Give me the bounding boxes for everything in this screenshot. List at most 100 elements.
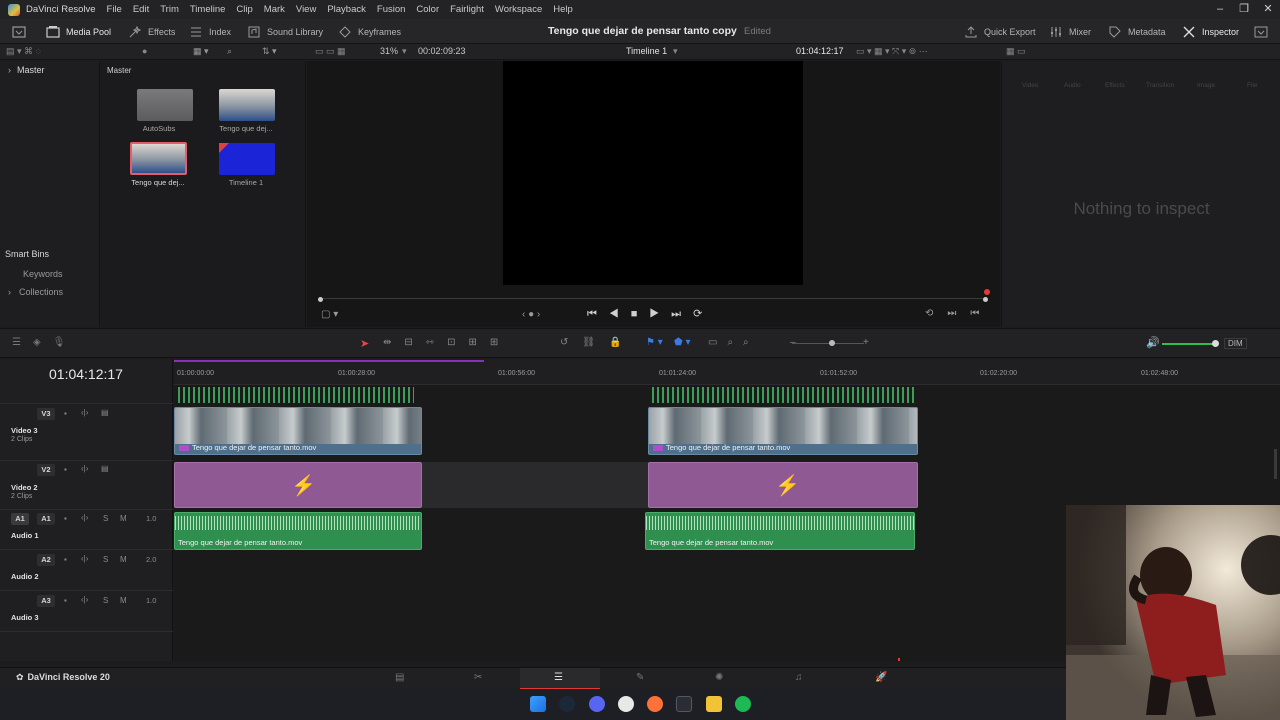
video-clip[interactable]: Tengo que dejar de pensar tanto.mov bbox=[174, 407, 422, 455]
track-id-a1[interactable]: A1 bbox=[37, 513, 55, 525]
grid-view-icon[interactable]: ▦ ▾ bbox=[193, 46, 209, 57]
keyframes-button[interactable]: Keyframes bbox=[338, 19, 401, 44]
clip-markers[interactable] bbox=[178, 387, 414, 403]
track-enable-icon[interactable]: ▤ bbox=[101, 464, 109, 473]
media-thumbnail-video[interactable] bbox=[219, 89, 275, 121]
viewer-layout-icon[interactable]: ▭ ▭ ▦ bbox=[315, 46, 346, 57]
menu-color[interactable]: Color bbox=[416, 4, 439, 15]
color-page-icon[interactable]: ✺ bbox=[715, 672, 723, 683]
menu-mark[interactable]: Mark bbox=[264, 4, 285, 15]
flag-icon[interactable]: ⚑ ▾ bbox=[646, 337, 663, 348]
mixer-button[interactable]: Mixer bbox=[1049, 19, 1091, 44]
inspector-subbar-icons[interactable]: ▦ ▭ bbox=[1006, 46, 1026, 57]
timeline-timecode[interactable]: 01:04:12:17 bbox=[49, 366, 123, 382]
zoom-out-icon[interactable]: – bbox=[790, 337, 796, 348]
viewer-options-icon[interactable]: ▭ ▾ ▦ ▾ ⤧ ▾ ⊚ ⋯ bbox=[856, 46, 928, 57]
index-button[interactable]: Index bbox=[189, 19, 231, 44]
track-id-a2[interactable]: A2 bbox=[37, 554, 55, 566]
lock-icon[interactable]: ▪ bbox=[64, 555, 67, 564]
layout-toggle-button[interactable] bbox=[12, 19, 32, 44]
edit-page-tab[interactable]: ☰ bbox=[520, 668, 600, 690]
sound-library-button[interactable]: Sound Library bbox=[247, 19, 323, 44]
inspector-tab-video[interactable]: Video bbox=[1022, 82, 1039, 89]
track-patch-a1[interactable]: A1 bbox=[11, 513, 29, 525]
menu-playback[interactable]: Playback bbox=[327, 4, 366, 15]
chevron-down-icon[interactable]: ▾ bbox=[673, 46, 678, 57]
fusion-clip[interactable]: ⚡ bbox=[648, 462, 918, 508]
cut-page-icon[interactable]: ✂ bbox=[474, 672, 482, 683]
menu-fairlight[interactable]: Fairlight bbox=[450, 4, 484, 15]
edit-tools-icons[interactable]: ⇹⊟⇿⊡⊞⊞ bbox=[383, 337, 511, 348]
master-volume-slider[interactable] bbox=[1162, 343, 1214, 345]
timeline-gap[interactable] bbox=[422, 462, 648, 508]
lock-icon[interactable]: ▪ bbox=[64, 596, 67, 605]
lock-icon[interactable]: ▪ bbox=[64, 409, 67, 418]
viewer-scrubber-track[interactable] bbox=[320, 298, 986, 299]
sort-icon[interactable]: ⇅ ▾ bbox=[262, 46, 277, 57]
inspector-tab-effects[interactable]: Effects bbox=[1105, 82, 1125, 89]
zoom-icons[interactable]: ▭⌕⌕ bbox=[708, 337, 759, 348]
auto-select-icon[interactable]: ‹|› bbox=[81, 464, 88, 473]
viewer-frame[interactable] bbox=[503, 61, 803, 285]
menu-trim[interactable]: Trim bbox=[160, 4, 179, 15]
master-volume-handle[interactable] bbox=[1212, 340, 1219, 347]
steam-icon[interactable] bbox=[559, 696, 575, 712]
effects-button[interactable]: Effects bbox=[128, 19, 175, 44]
timeline-name[interactable]: Timeline 1 bbox=[626, 46, 667, 56]
menu-clip[interactable]: Clip bbox=[236, 4, 252, 15]
speaker-icon[interactable]: 🔊 bbox=[1146, 336, 1160, 349]
playhead-marker[interactable] bbox=[898, 658, 900, 661]
inspector-button[interactable]: Inspector bbox=[1182, 19, 1239, 44]
mute-button[interactable]: M bbox=[120, 596, 127, 605]
search-icon[interactable]: ⌕ bbox=[227, 46, 232, 57]
menu-file[interactable]: File bbox=[107, 4, 122, 15]
windows-start-icon[interactable] bbox=[530, 696, 546, 712]
fairlight-page-icon[interactable]: ♫ bbox=[795, 672, 803, 683]
deliver-page-icon[interactable]: 🚀 bbox=[875, 672, 887, 683]
fusion-page-icon[interactable]: ✎ bbox=[636, 672, 644, 683]
viewer-timecode[interactable]: 01:04:12:17 bbox=[796, 46, 844, 56]
lock-icon[interactable]: ▪ bbox=[64, 465, 67, 474]
smart-bin-keywords[interactable]: Keywords bbox=[23, 269, 63, 279]
solo-button[interactable]: S bbox=[103, 555, 108, 564]
auto-select-icon[interactable]: ‹|› bbox=[81, 595, 88, 604]
davinci-taskbar-icon[interactable] bbox=[676, 696, 692, 712]
quick-export-button[interactable]: Quick Export bbox=[964, 19, 1036, 44]
transport-controls[interactable]: ⏮◀■▶⏭⟳ bbox=[587, 307, 714, 321]
viewer-in-point[interactable] bbox=[318, 297, 323, 302]
track-id-a3[interactable]: A3 bbox=[37, 595, 55, 607]
marker-icon[interactable]: ⬟ ▾ bbox=[674, 337, 691, 348]
maximize-icon[interactable]: ❐ bbox=[1232, 2, 1256, 17]
solo-button[interactable]: S bbox=[103, 596, 108, 605]
discord-icon[interactable] bbox=[589, 696, 605, 712]
menu-view[interactable]: View bbox=[296, 4, 316, 15]
timeline-zoom-handle[interactable] bbox=[829, 340, 835, 346]
track-enable-icon[interactable]: ▤ bbox=[101, 408, 109, 417]
bin-master-row[interactable]: › Master bbox=[8, 65, 45, 75]
smart-bin-collections-row[interactable]: › Collections bbox=[8, 287, 63, 297]
timeline-thumbnail-icon[interactable] bbox=[219, 143, 275, 175]
spotify-icon[interactable] bbox=[735, 696, 751, 712]
inspector-tab-file[interactable]: File bbox=[1247, 82, 1257, 89]
viewer-out-point[interactable] bbox=[983, 297, 988, 302]
fusion-clip[interactable]: ⚡ bbox=[174, 462, 422, 508]
chevron-down-icon[interactable]: ▾ bbox=[402, 46, 407, 57]
menu-fusion[interactable]: Fusion bbox=[377, 4, 406, 15]
audio-clip[interactable]: Tengo que dejar de pensar tanto.mov bbox=[645, 512, 915, 550]
solo-button[interactable]: S bbox=[103, 514, 108, 523]
snap-link-lock-icons[interactable]: ↺⛓🔒 bbox=[560, 337, 636, 348]
media-page-icon[interactable]: ▤ bbox=[395, 672, 404, 683]
metadata-button[interactable]: Metadata bbox=[1108, 19, 1166, 44]
selection-tool-icon[interactable]: ➤ bbox=[360, 337, 369, 350]
firefox-icon[interactable] bbox=[647, 696, 663, 712]
track-id-v3[interactable]: V3 bbox=[37, 408, 55, 420]
viewer-crop-icon[interactable]: ▢ ▾ bbox=[321, 309, 338, 320]
chrome-icon[interactable] bbox=[618, 696, 634, 712]
list-view-icon[interactable]: ▤ ▾ ⌘ ◌ bbox=[6, 46, 41, 57]
lock-icon[interactable]: ▪ bbox=[64, 514, 67, 523]
inspector-tab-image[interactable]: Image bbox=[1197, 82, 1215, 89]
zoom-level[interactable]: 31% bbox=[380, 46, 398, 56]
folder-icon[interactable] bbox=[137, 89, 193, 121]
media-thumbnail-video-selected[interactable] bbox=[130, 142, 187, 175]
viewer-playhead-marker[interactable] bbox=[984, 289, 990, 295]
